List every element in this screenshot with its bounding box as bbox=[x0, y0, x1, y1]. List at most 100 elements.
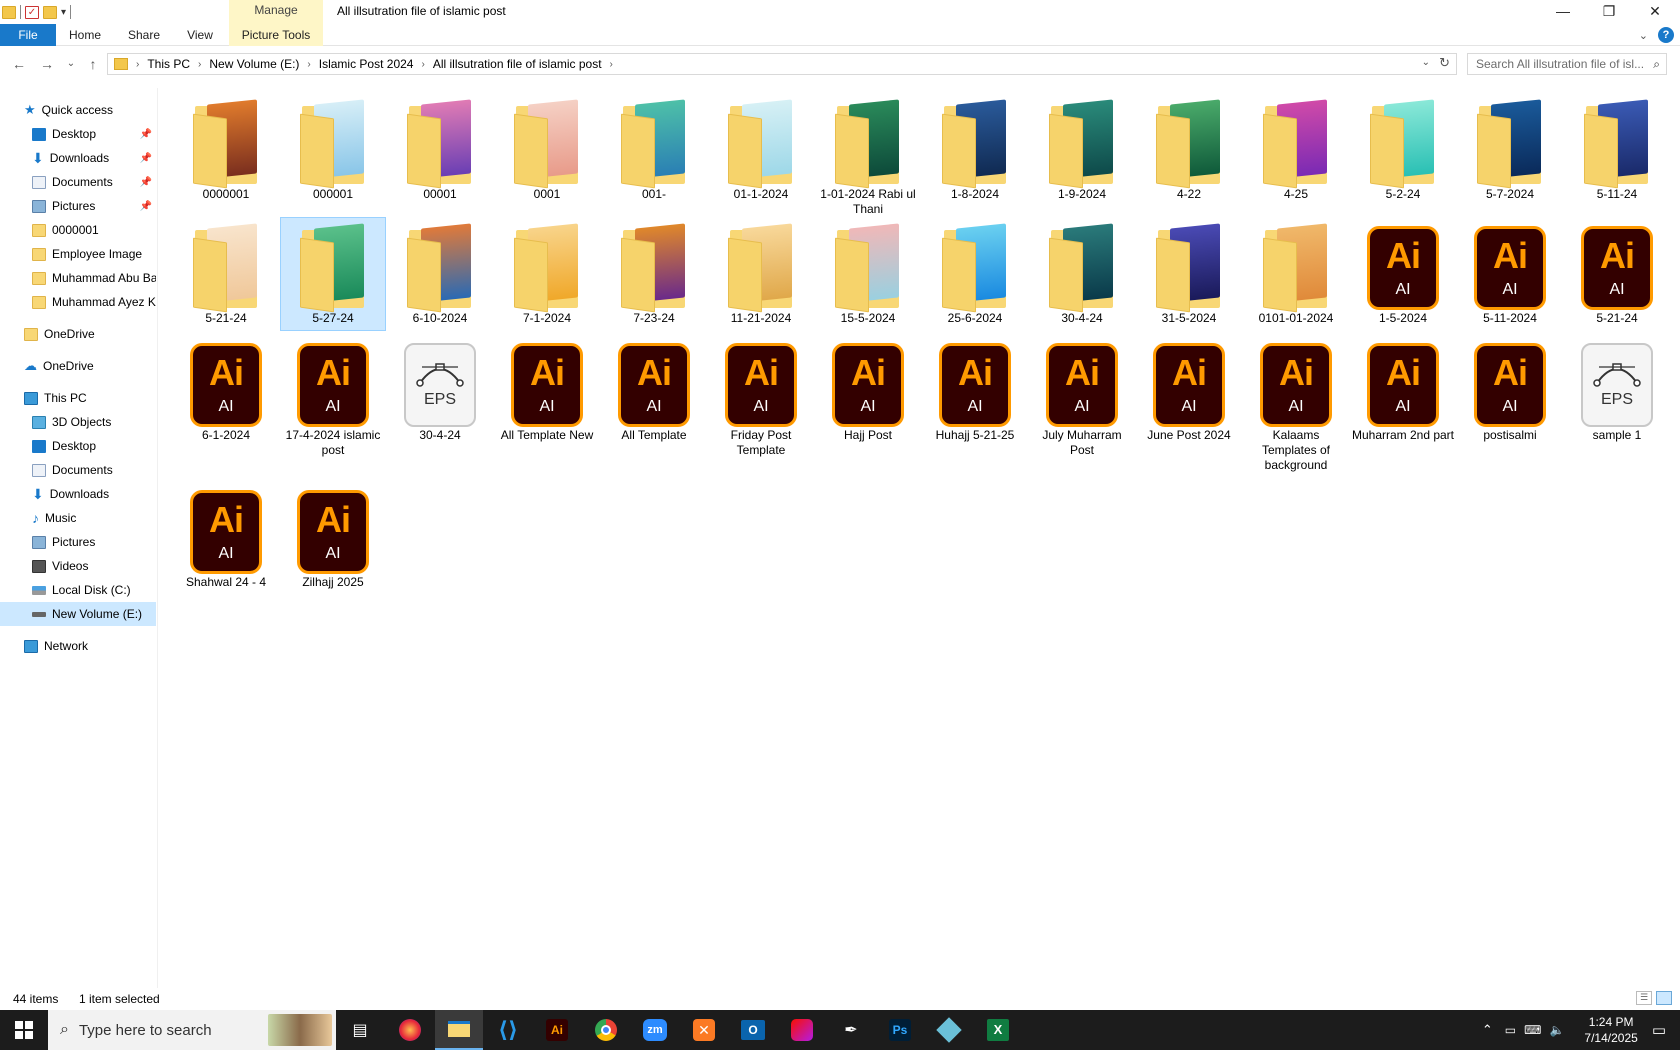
ai-file-item[interactable]: Ai AI Muharram 2nd part bbox=[1351, 335, 1455, 447]
nav-quick-access[interactable]: ★ Quick access bbox=[24, 98, 180, 122]
ai-file-item[interactable]: Ai AI Zilhajj 2025 bbox=[281, 482, 385, 594]
up-arrow-icon[interactable]: ↑ bbox=[82, 54, 104, 74]
close-button[interactable]: ✕ bbox=[1632, 0, 1678, 24]
folder-item[interactable]: 001- bbox=[602, 94, 706, 206]
tab-picture-tools[interactable]: Picture Tools bbox=[229, 24, 323, 46]
chevron-right-icon[interactable]: › bbox=[307, 59, 310, 70]
large-icons-view-icon[interactable] bbox=[1656, 991, 1672, 1005]
nav-pc-desktop[interactable]: Desktop bbox=[32, 434, 156, 458]
folder-item[interactable]: 1-01-2024 Rabi ul Thani bbox=[816, 94, 920, 221]
photoshop-icon[interactable]: Ps bbox=[876, 1010, 924, 1050]
nav-this-pc[interactable]: This PC bbox=[24, 386, 156, 410]
nav-qa-documents[interactable]: Documents 📌 bbox=[32, 170, 156, 194]
folder-item[interactable]: 31-5-2024 bbox=[1137, 218, 1241, 330]
firefox-icon[interactable] bbox=[386, 1010, 434, 1050]
nav-qa-muhammad-abu[interactable]: Muhammad Abu Ba bbox=[32, 266, 156, 290]
folder-item[interactable]: 4-25 bbox=[1244, 94, 1348, 206]
pin-icon[interactable]: 📌 bbox=[140, 201, 152, 212]
outlook-icon[interactable]: O bbox=[729, 1010, 777, 1050]
nav-pc-documents[interactable]: Documents bbox=[32, 458, 156, 482]
ai-file-item[interactable]: Ai AI 5-11-2024 bbox=[1458, 218, 1562, 330]
help-icon[interactable]: ? bbox=[1658, 27, 1674, 43]
breadcrumb-this-pc[interactable]: This PC bbox=[147, 57, 190, 71]
nav-qa-pictures[interactable]: Pictures 📌 bbox=[32, 194, 156, 218]
clock[interactable]: 1:24 PM 7/14/2025 bbox=[1584, 1014, 1637, 1046]
ai-file-item[interactable]: Ai AI Hajj Post bbox=[816, 335, 920, 447]
back-arrow-icon[interactable]: ← bbox=[8, 54, 30, 74]
app-diamond-icon[interactable] bbox=[925, 1010, 973, 1050]
folder-item[interactable]: 1-9-2024 bbox=[1030, 94, 1134, 206]
restore-button[interactable]: ❐ bbox=[1586, 0, 1632, 24]
address-bar[interactable]: › This PC › New Volume (E:) › Islamic Po… bbox=[107, 53, 1457, 75]
nav-pc-downloads[interactable]: ⬇ Downloads bbox=[32, 482, 156, 506]
nav-onedrive[interactable]: ☁ OneDrive bbox=[24, 354, 156, 378]
folder-item[interactable]: 11-21-2024 bbox=[709, 218, 813, 330]
folder-item[interactable]: 5-21-24 bbox=[174, 218, 278, 330]
network-wifi-icon[interactable]: ⌨ bbox=[1524, 1023, 1541, 1037]
nav-qa-muhammad-ayez[interactable]: Muhammad Ayez K bbox=[32, 290, 156, 314]
recent-dropdown-icon[interactable]: ⌄ bbox=[60, 54, 82, 74]
search-icon[interactable]: ⌕ bbox=[1653, 54, 1660, 74]
folder-item[interactable]: 000001 bbox=[281, 94, 385, 206]
nav-qa-0000001[interactable]: 0000001 bbox=[32, 218, 156, 242]
nav-local-disk[interactable]: Local Disk (C:) bbox=[32, 578, 156, 602]
chevron-right-icon[interactable]: › bbox=[198, 59, 201, 70]
ai-file-item[interactable]: Ai AI All Template New bbox=[495, 335, 599, 447]
new-folder-icon[interactable] bbox=[43, 5, 57, 19]
zoom-icon[interactable]: zm bbox=[631, 1010, 679, 1050]
creative-cloud-icon[interactable] bbox=[778, 1010, 826, 1050]
ai-file-item[interactable]: Ai AI 6-1-2024 bbox=[174, 335, 278, 447]
nav-music[interactable]: ♪ Music bbox=[32, 506, 156, 530]
folder-item[interactable]: 4-22 bbox=[1137, 94, 1241, 206]
folder-item[interactable]: 0000001 bbox=[174, 94, 278, 206]
nav-qa-downloads[interactable]: ⬇ Downloads 📌 bbox=[32, 146, 156, 170]
refresh-icon[interactable]: ↻ bbox=[1439, 55, 1450, 71]
folder-item[interactable]: 25-6-2024 bbox=[923, 218, 1027, 330]
ai-file-item[interactable]: Ai AI 5-21-24 bbox=[1565, 218, 1669, 330]
folder-item[interactable]: 5-27-24 bbox=[280, 217, 386, 331]
folder-icon[interactable] bbox=[2, 5, 16, 19]
minimize-button[interactable]: — bbox=[1540, 0, 1586, 24]
tray-app-icon[interactable]: ▭ bbox=[1505, 1023, 1516, 1037]
chevron-up-icon[interactable]: ⌃ bbox=[1482, 1022, 1493, 1038]
ai-file-item[interactable]: Ai AI 17-4-2024 islamic post bbox=[281, 335, 385, 462]
folder-item[interactable]: 15-5-2024 bbox=[816, 218, 920, 330]
chrome-icon[interactable] bbox=[582, 1010, 630, 1050]
expand-ribbon-icon[interactable]: ⌄ bbox=[1639, 29, 1648, 42]
xampp-icon[interactable]: ✕ bbox=[680, 1010, 728, 1050]
taskbar-search[interactable]: ⌕ Type here to search bbox=[48, 1010, 336, 1050]
illustrator-icon[interactable]: Ai bbox=[533, 1010, 581, 1050]
pin-icon[interactable]: 📌 bbox=[140, 129, 152, 140]
start-windows-icon[interactable] bbox=[0, 1010, 48, 1050]
eps-file-item[interactable]: EPS sample 1 bbox=[1565, 335, 1669, 447]
chevron-right-icon[interactable]: › bbox=[610, 59, 613, 70]
ai-file-item[interactable]: Ai AI Huhajj 5-21-25 bbox=[923, 335, 1027, 447]
eps-file-item[interactable]: EPS 30-4-24 bbox=[388, 335, 492, 447]
breadcrumb-islamic-post[interactable]: Islamic Post 2024 bbox=[319, 57, 414, 71]
details-view-icon[interactable]: ☰ bbox=[1636, 991, 1652, 1005]
ai-file-item[interactable]: Ai AI July Muharram Post bbox=[1030, 335, 1134, 462]
ai-file-item[interactable]: Ai AI All Template bbox=[602, 335, 706, 447]
address-dropdown-icon[interactable]: ⌄ bbox=[1422, 57, 1430, 68]
forward-arrow-icon[interactable]: → bbox=[36, 54, 58, 74]
tab-home[interactable]: Home bbox=[64, 24, 106, 46]
folder-item[interactable]: 0101-01-2024 bbox=[1244, 218, 1348, 330]
chevron-right-icon[interactable]: › bbox=[136, 59, 139, 70]
ai-file-item[interactable]: Ai AI Kalaams Templates of background bbox=[1244, 335, 1348, 477]
folder-item[interactable]: 5-11-24 bbox=[1565, 94, 1669, 206]
notifications-icon[interactable]: ▭ bbox=[1652, 1021, 1666, 1039]
pin-icon[interactable]: 📌 bbox=[140, 177, 152, 188]
nav-qa-desktop[interactable]: Desktop 📌 bbox=[32, 122, 156, 146]
ai-file-item[interactable]: Ai AI Friday Post Template bbox=[709, 335, 813, 462]
nav-qa-employee-image[interactable]: Employee Image bbox=[32, 242, 156, 266]
breadcrumb-current-folder[interactable]: All illsutration file of islamic post bbox=[433, 57, 602, 71]
tab-view[interactable]: View bbox=[182, 24, 218, 46]
ai-file-item[interactable]: Ai AI June Post 2024 bbox=[1137, 335, 1241, 447]
excel-icon[interactable]: X bbox=[974, 1010, 1022, 1050]
search-input[interactable]: Search All illsutration file of isl... ⌕ bbox=[1467, 53, 1667, 75]
file-explorer-icon[interactable] bbox=[435, 1010, 483, 1050]
pen-tool-icon[interactable]: ✒ bbox=[827, 1010, 875, 1050]
nav-videos[interactable]: Videos bbox=[32, 554, 156, 578]
breadcrumb-new-volume[interactable]: New Volume (E:) bbox=[209, 57, 299, 71]
nav-3d-objects[interactable]: 3D Objects bbox=[32, 410, 156, 434]
